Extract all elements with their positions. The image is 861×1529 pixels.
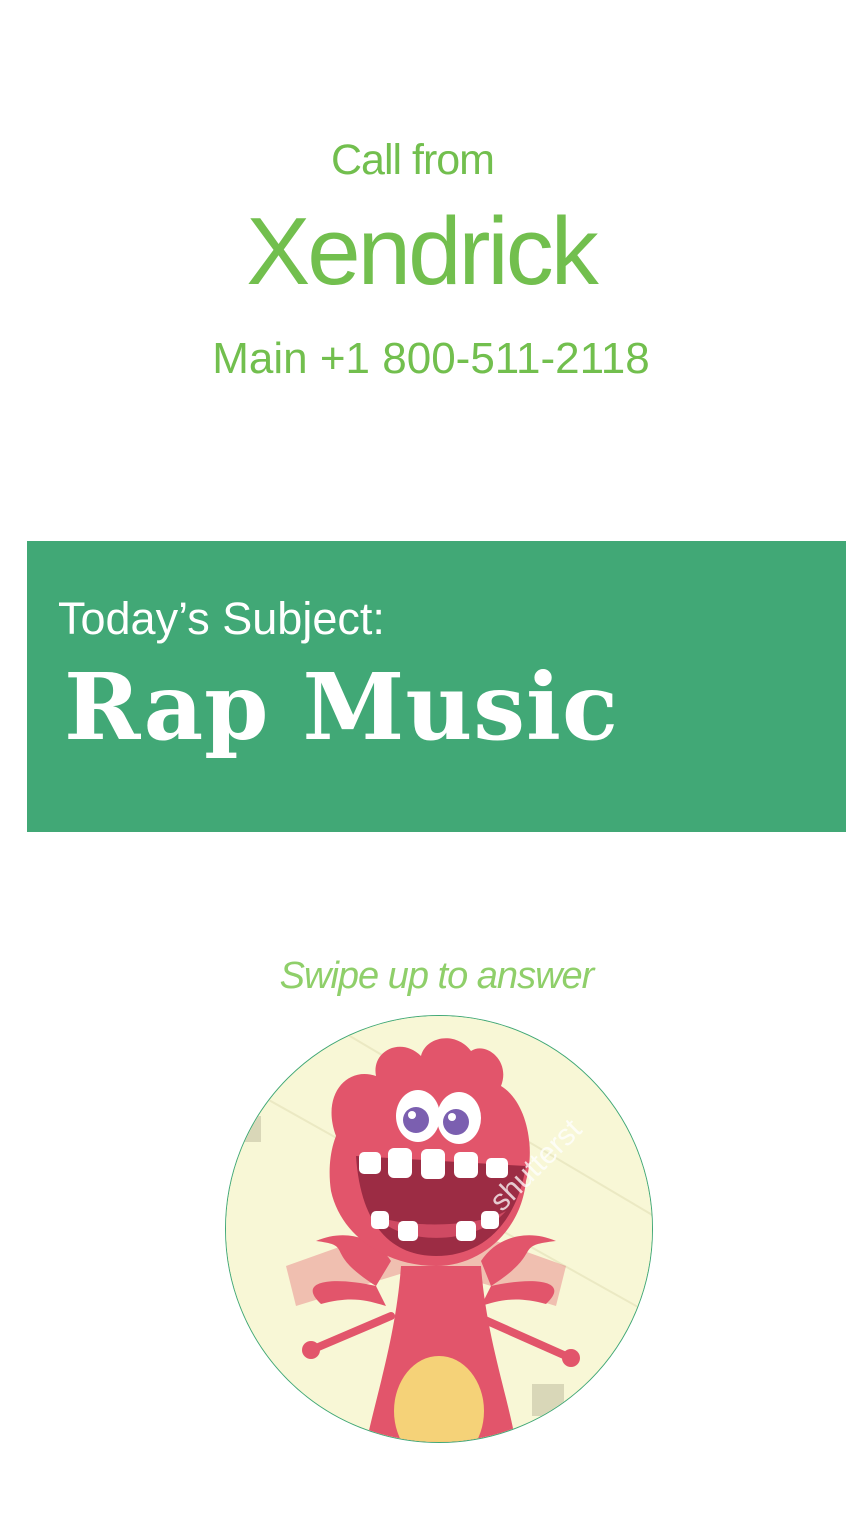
subject-banner: Today’s Subject: Rap Music (27, 541, 846, 832)
subject-label: Today’s Subject: (58, 593, 385, 644)
subject-value: Rap Music (64, 653, 620, 761)
caller-name: Xendrick (246, 198, 599, 305)
monster-avatar-icon: shutterst (226, 1016, 652, 1442)
caller-number: Main +1 800-511-2118 (212, 334, 650, 383)
answer-avatar-button[interactable]: shutterst (225, 1015, 653, 1443)
swipe-to-answer-hint: Swipe up to answer (279, 955, 595, 997)
call-from-label: Call from (330, 136, 495, 184)
